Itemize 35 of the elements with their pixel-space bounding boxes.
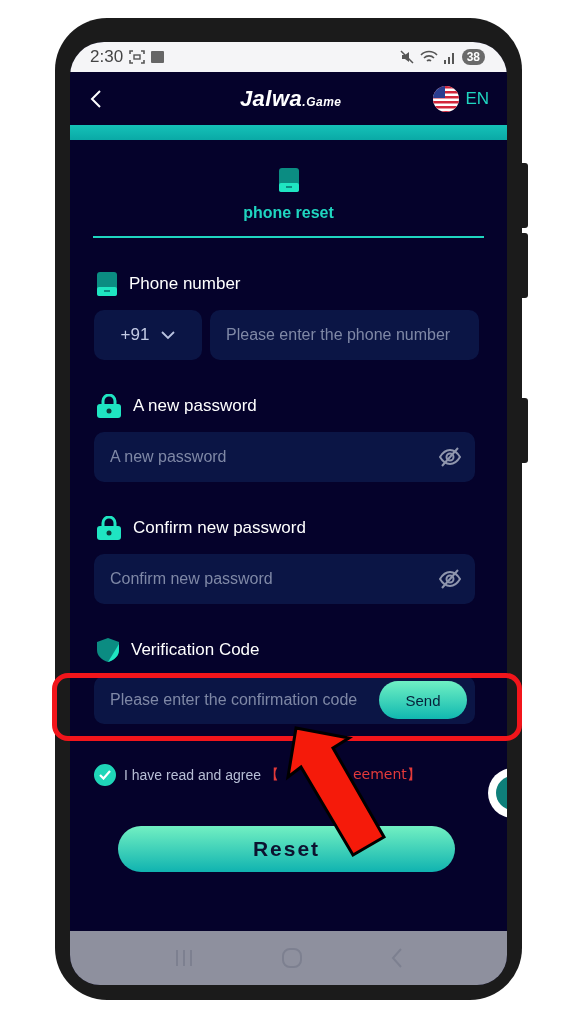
status-time: 2:30: [90, 47, 124, 67]
logo: Jalwa.Game: [239, 85, 342, 112]
password-field[interactable]: A new password: [94, 432, 475, 482]
agreement-text: I have read and agree: [124, 767, 261, 783]
file-icon: [151, 51, 165, 63]
agreement-link-start[interactable]: 【: [265, 766, 279, 784]
shield-icon: [97, 638, 119, 662]
send-button[interactable]: Send: [379, 681, 467, 719]
mute-icon: [399, 50, 414, 64]
phone-icon: [278, 168, 299, 192]
lock-icon: [97, 394, 121, 418]
language-selector[interactable]: EN: [465, 88, 489, 109]
wifi-icon: [419, 50, 438, 64]
field-label: Phone number: [129, 274, 241, 294]
battery-indicator: 38: [461, 49, 485, 65]
phone-icon: [97, 272, 117, 296]
agreement-link-end[interactable]: eement】: [353, 766, 421, 784]
phone-reset-tab[interactable]: phone reset: [93, 168, 484, 238]
password-field[interactable]: Confirm new password: [94, 554, 475, 604]
field-label: A new password: [133, 396, 257, 416]
chevron-icon: [161, 330, 176, 340]
country-code-dropdown[interactable]: +91: [94, 310, 202, 360]
field-label: Verification Code: [131, 640, 260, 660]
field-label: Confirm new password: [133, 518, 306, 538]
screenshot-icon: [129, 50, 146, 64]
eye-hidden-icon[interactable]: [439, 447, 461, 467]
reset-button[interactable]: Reset: [118, 826, 455, 872]
phone-number-field[interactable]: Please enter the phone number: [210, 310, 479, 360]
support-button[interactable]: [487, 767, 507, 819]
signal-icon: [443, 50, 456, 64]
lock-icon: [97, 516, 121, 540]
agree-checkbox[interactable]: [94, 764, 116, 786]
eye-hidden-icon[interactable]: [439, 569, 461, 589]
checkmark-icon: [99, 770, 111, 780]
flag-icon[interactable]: [433, 85, 460, 112]
